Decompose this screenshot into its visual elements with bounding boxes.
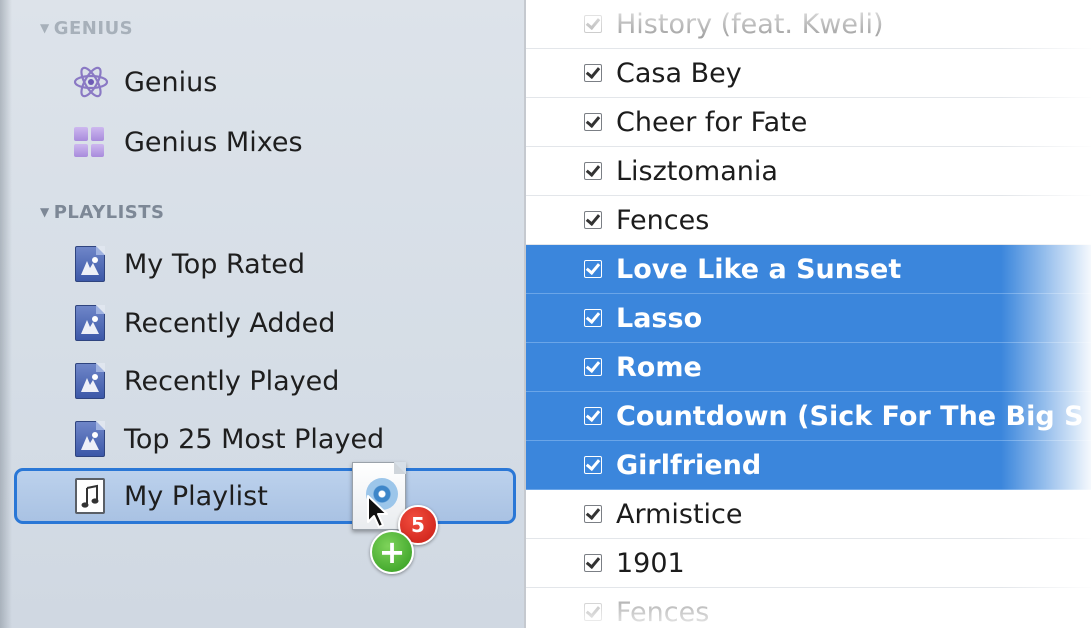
track-title: Countdown (Sick For The Big S	[616, 400, 1084, 432]
track-title: Love Like a Sunset	[616, 253, 902, 285]
genius-mixes-icon	[74, 127, 104, 157]
track-title: Lisztomania	[616, 155, 778, 187]
track-title: Cheer for Fate	[616, 106, 808, 138]
sidebar-item-label: Genius	[124, 66, 218, 98]
track-row[interactable]: Fences	[526, 196, 1091, 245]
sidebar-item-my-playlist[interactable]: My Playlist	[72, 472, 268, 520]
sidebar-item-label: My Top Rated	[124, 248, 306, 280]
sidebar-item-recently-added[interactable]: Recently Added	[72, 299, 335, 347]
track-row[interactable]: 1901	[526, 539, 1091, 588]
track-title: Rome	[616, 351, 702, 383]
smart-playlist-icon	[75, 246, 105, 282]
sidebar-item-my-top-rated[interactable]: My Top Rated	[72, 240, 305, 288]
track-checkbox[interactable]	[584, 15, 602, 33]
track-checkbox[interactable]	[584, 554, 602, 572]
source-list-sidebar: ▼ GENIUS Genius Genius Mixes ▼ PLAYLISTS M…	[0, 0, 525, 628]
track-row[interactable]: Lisztomania	[526, 147, 1091, 196]
track-checkbox[interactable]	[584, 211, 602, 229]
track-row-selected[interactable]: Love Like a Sunset	[526, 245, 1091, 294]
smart-playlist-icon	[75, 363, 105, 399]
sidebar-item-label: Recently Played	[124, 365, 340, 397]
smart-playlist-icon	[75, 305, 105, 341]
track-checkbox[interactable]	[584, 603, 602, 621]
disclosure-triangle-icon[interactable]: ▼	[40, 21, 50, 35]
track-checkbox[interactable]	[584, 260, 602, 278]
playlist-icon	[75, 478, 105, 514]
track-title: Casa Bey	[616, 57, 742, 89]
track-title: Girlfriend	[616, 449, 762, 481]
track-checkbox[interactable]	[584, 407, 602, 425]
sidebar-item-label: Genius Mixes	[124, 126, 303, 158]
sidebar-item-label: My Playlist	[124, 480, 268, 512]
track-title: Fences	[616, 596, 710, 628]
sidebar-item-label: Recently Added	[124, 307, 336, 339]
track-title: Fences	[616, 204, 710, 236]
track-row[interactable]: Cheer for Fate	[526, 98, 1091, 147]
arrow-cursor-icon	[367, 495, 388, 528]
disclosure-triangle-icon[interactable]: ▼	[40, 205, 50, 219]
sidebar-item-recently-played[interactable]: Recently Played	[72, 357, 339, 405]
track-checkbox[interactable]	[584, 309, 602, 327]
sidebar-item-genius-mixes[interactable]: Genius Mixes	[72, 118, 303, 166]
track-row-selected[interactable]: Girlfriend	[526, 441, 1091, 490]
sidebar-item-genius[interactable]: Genius	[72, 58, 217, 106]
track-title: History (feat. Kweli)	[616, 8, 884, 40]
track-row-selected[interactable]: Countdown (Sick For The Big S	[526, 392, 1091, 441]
track-row[interactable]: Armistice	[526, 490, 1091, 539]
track-checkbox[interactable]	[584, 358, 602, 376]
genius-atom-icon	[72, 63, 110, 101]
playlists-section-header[interactable]: ▼ PLAYLISTS	[40, 202, 165, 223]
track-checkbox[interactable]	[584, 456, 602, 474]
sidebar-item-label: Top 25 Most Played	[124, 423, 385, 455]
genius-section-header[interactable]: ▼ GENIUS	[40, 18, 133, 39]
track-row[interactable]: Fences	[526, 588, 1091, 628]
sidebar-item-top-25-most-played[interactable]: Top 25 Most Played	[72, 415, 384, 463]
track-row[interactable]: Casa Bey	[526, 49, 1091, 98]
playlists-header-label: PLAYLISTS	[53, 202, 165, 223]
track-list: History (feat. Kweli) Casa Bey Cheer for…	[526, 0, 1091, 628]
track-title: 1901	[616, 547, 685, 579]
copy-plus-badge-icon: +	[370, 530, 414, 574]
track-checkbox[interactable]	[584, 64, 602, 82]
track-row-selected[interactable]: Lasso	[526, 294, 1091, 343]
track-checkbox[interactable]	[584, 505, 602, 523]
track-row-selected[interactable]: Rome	[526, 343, 1091, 392]
track-title: Armistice	[616, 498, 743, 530]
genius-header-label: GENIUS	[53, 18, 134, 39]
track-checkbox[interactable]	[584, 113, 602, 131]
smart-playlist-icon	[75, 421, 105, 457]
track-checkbox[interactable]	[584, 162, 602, 180]
track-row[interactable]: History (feat. Kweli)	[526, 0, 1091, 49]
track-title: Lasso	[616, 302, 703, 334]
